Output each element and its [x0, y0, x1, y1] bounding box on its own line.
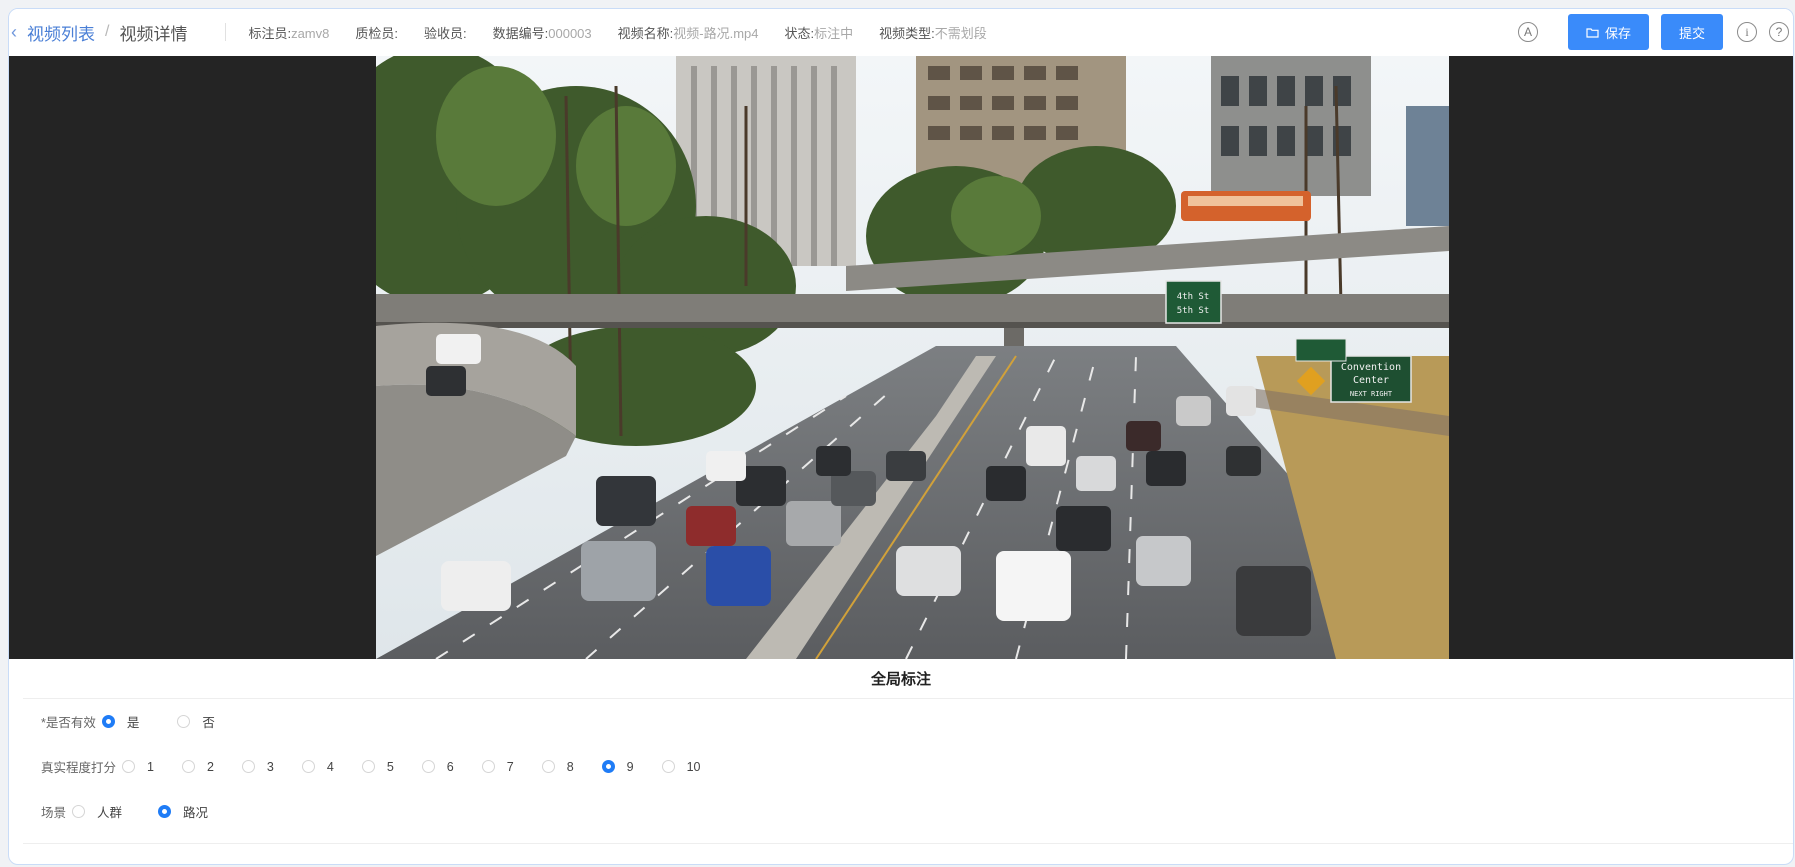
meta-annotator: 标注员:zamv8 [248, 25, 330, 41]
radio-dot[interactable] [72, 805, 86, 818]
sign-convention-line1: Convention [1341, 362, 1401, 373]
radio-score-10[interactable]: 10 [661, 760, 701, 774]
field-scene: 场景 人群 路况 [41, 802, 236, 821]
breadcrumb-separator: / [105, 23, 110, 40]
radio-score-6[interactable]: 6 [421, 760, 454, 774]
meta-video-type: 视频类型:不需划段 [879, 25, 987, 41]
app-frame: ‹ 视频列表 / 视频详情 标注员:zamv8 质检员: 验收员: 数据编号:0… [8, 8, 1794, 865]
meta-acceptor: 验收员: [424, 25, 467, 41]
title-divider [23, 698, 1793, 699]
meta-status: 状态:标注中 [784, 25, 854, 41]
radio-score-5[interactable]: 5 [361, 760, 394, 774]
video-meta: 标注员:zamv8 质检员: 验收员: 数据编号:000003 视频名称:视频-… [248, 23, 1012, 42]
radio-valid-no[interactable]: 否 [177, 712, 215, 731]
folder-icon [1586, 27, 1599, 38]
submit-label: 提交 [1678, 25, 1705, 41]
radio-score-1[interactable]: 1 [122, 760, 154, 774]
traffic-scene: 4th St 5th St Convention Center NEXT RIG… [376, 56, 1449, 659]
sign-convention-line2: Center [1353, 375, 1389, 386]
radio-dot-checked[interactable] [158, 805, 172, 818]
radio-score-8[interactable]: 8 [541, 760, 574, 774]
radio-dot[interactable] [177, 715, 191, 728]
help-icon[interactable]: ? [1769, 22, 1789, 42]
radio-score-9[interactable]: 9 [601, 760, 634, 774]
top-bar: ‹ 视频列表 / 视频详情 标注员:zamv8 质检员: 验收员: 数据编号:0… [9, 9, 1793, 55]
radio-dot[interactable] [541, 760, 555, 773]
header-divider [225, 23, 227, 41]
radio-score-2[interactable]: 2 [181, 760, 214, 774]
save-label: 保存 [1604, 25, 1631, 41]
a-icon[interactable]: A [1517, 22, 1538, 42]
radio-dot[interactable] [122, 760, 136, 773]
meta-video-name: 视频名称:视频-路况.mp4 [617, 25, 759, 41]
video-frame[interactable]: 4th St 5th St Convention Center NEXT RIG… [376, 56, 1449, 659]
scene-label: 场景 [41, 806, 67, 820]
sign-4th-street: 4th St [1177, 292, 1210, 302]
radio-dot[interactable] [421, 760, 435, 773]
radio-valid-yes[interactable]: 是 [101, 712, 139, 731]
form-bottom-divider [23, 843, 1793, 844]
video-player[interactable]: 4th St 5th St Convention Center NEXT RIG… [9, 56, 1793, 659]
radio-dot[interactable] [661, 760, 675, 773]
radio-dot[interactable] [361, 760, 375, 773]
radio-score-3[interactable]: 3 [241, 760, 274, 774]
breadcrumb-current: 视频详情 [119, 24, 188, 44]
valid-label: *是否有效 [41, 716, 96, 730]
sign-convention-line3: NEXT RIGHT [1350, 390, 1393, 398]
header-actions: A 保存 提交 i ? [1517, 9, 1793, 55]
meta-qc: 质检员: [355, 25, 398, 41]
radio-dot-checked[interactable] [101, 715, 115, 728]
info-icon[interactable]: i [1737, 22, 1757, 42]
field-realism: 真实程度打分 1 2 3 4 5 6 7 8 9 10 [41, 757, 729, 776]
radio-dot[interactable] [481, 760, 495, 773]
save-button[interactable]: 保存 [1567, 14, 1649, 50]
submit-button[interactable]: 提交 [1660, 14, 1723, 50]
radio-dot[interactable] [241, 760, 255, 773]
radio-scene-crowd[interactable]: 人群 [72, 802, 122, 821]
radio-dot[interactable] [181, 760, 195, 773]
radio-score-7[interactable]: 7 [481, 760, 514, 774]
radio-scene-traffic[interactable]: 路况 [158, 802, 208, 821]
radio-dot-checked[interactable] [601, 760, 615, 773]
sign-5th-street: 5th St [1177, 306, 1210, 316]
meta-data-id: 数据编号:000003 [492, 25, 592, 41]
chevron-left-icon[interactable]: ‹ [11, 22, 27, 42]
breadcrumb-video-list[interactable]: 视频列表 [27, 20, 95, 45]
realism-label: 真实程度打分 [41, 761, 117, 775]
radio-dot[interactable] [301, 760, 315, 773]
field-valid: *是否有效 是 否 [41, 712, 243, 731]
section-title: 全局标注 [870, 671, 931, 688]
radio-score-4[interactable]: 4 [301, 760, 334, 774]
